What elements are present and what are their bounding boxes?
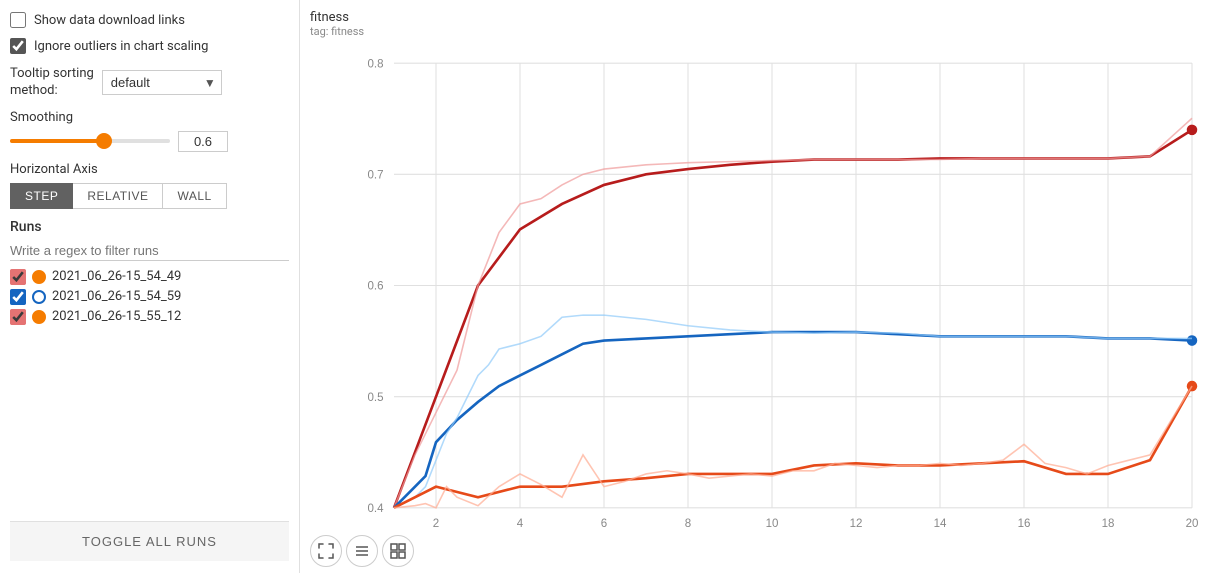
x-label-6: 6 <box>601 518 607 529</box>
run-1-dot <box>32 270 46 284</box>
run-2-dot <box>32 290 46 304</box>
ignore-outliers-checkbox[interactable] <box>10 38 26 54</box>
show-download-checkbox[interactable] <box>10 12 26 28</box>
show-download-label: Show data download links <box>34 13 185 28</box>
run-3-name: 2021_06_26-15_55_12 <box>52 309 181 324</box>
y-label-07: 0.7 <box>367 170 383 182</box>
x-label-16: 16 <box>1018 518 1031 529</box>
x-label-4: 4 <box>517 518 524 529</box>
x-label-2: 2 <box>433 518 439 529</box>
blue-endpoint-dot <box>1187 335 1198 346</box>
expand-button[interactable] <box>382 535 414 567</box>
tooltip-select-wrapper: default ascending descending nearest ▼ <box>102 70 222 95</box>
chart-svg: .grid-line { stroke: #e0e0e0; stroke-wid… <box>310 42 1213 529</box>
x-label-20: 20 <box>1186 518 1199 529</box>
run-item-1[interactable]: 2021_06_26-15_54_49 <box>10 269 289 285</box>
run-2-name: 2021_06_26-15_54_59 <box>52 289 181 304</box>
y-label-06: 0.6 <box>367 281 383 293</box>
toggle-all-runs-button[interactable]: TOGGLE ALL RUNS <box>10 521 289 561</box>
smoothing-section: Smoothing 0.6 <box>10 110 289 152</box>
y-label-04: 0.4 <box>367 503 384 515</box>
smoothing-slider[interactable] <box>10 139 170 143</box>
chart-title: fitness <box>310 10 1213 25</box>
smoothing-value-input[interactable]: 0.6 <box>178 131 228 152</box>
legend-button[interactable] <box>346 535 378 567</box>
tooltip-sorting-row: Tooltip sortingmethod: default ascending… <box>10 66 289 100</box>
blue-line-raw <box>394 315 1192 508</box>
run-item-3[interactable]: 2021_06_26-15_55_12 <box>10 309 289 325</box>
runs-section: Runs 2021_06_26-15_54_49 2021_06_26-15_5… <box>10 219 289 329</box>
horizontal-axis-label: Horizontal Axis <box>10 162 289 177</box>
x-label-14: 14 <box>934 518 947 529</box>
orange-line-main <box>394 386 1192 508</box>
chart-subtitle: tag: fitness <box>310 25 1213 38</box>
chart-container: .grid-line { stroke: #e0e0e0; stroke-wid… <box>310 42 1213 529</box>
run-3-dot <box>32 310 46 324</box>
run-item-2[interactable]: 2021_06_26-15_54_59 <box>10 289 289 305</box>
x-label-12: 12 <box>850 518 863 529</box>
blue-line-main <box>394 332 1192 508</box>
legend-icon <box>354 543 370 559</box>
axis-wall-button[interactable]: WALL <box>163 183 226 209</box>
x-label-8: 8 <box>685 518 691 529</box>
fit-chart-button[interactable] <box>310 535 342 567</box>
tooltip-sorting-select[interactable]: default ascending descending nearest <box>102 70 222 95</box>
y-label-05: 0.5 <box>367 392 383 404</box>
ignore-outliers-row: Ignore outliers in chart scaling <box>10 38 289 54</box>
ignore-outliers-label: Ignore outliers in chart scaling <box>34 39 208 54</box>
show-download-row: Show data download links <box>10 12 289 28</box>
run-2-checkbox[interactable] <box>10 289 26 305</box>
run-1-name: 2021_06_26-15_54_49 <box>52 269 181 284</box>
fit-icon <box>318 543 334 559</box>
runs-title: Runs <box>10 219 289 235</box>
left-panel: Show data download links Ignore outliers… <box>0 0 300 573</box>
run-1-checkbox[interactable] <box>10 269 26 285</box>
red-endpoint-dot <box>1187 125 1198 136</box>
axis-step-button[interactable]: STEP <box>10 183 73 209</box>
axis-relative-button[interactable]: RELATIVE <box>73 183 163 209</box>
runs-filter-input[interactable] <box>10 241 289 261</box>
axis-buttons-group: STEP RELATIVE WALL <box>10 183 289 209</box>
red-line-raw <box>394 118 1192 508</box>
run-3-checkbox[interactable] <box>10 309 26 325</box>
expand-icon <box>390 543 406 559</box>
tooltip-sorting-label: Tooltip sortingmethod: <box>10 66 94 100</box>
x-label-10: 10 <box>766 518 779 529</box>
x-label-18: 18 <box>1102 518 1115 529</box>
chart-area: fitness tag: fitness .grid-line { stroke… <box>300 0 1223 573</box>
smoothing-control: 0.6 <box>10 131 289 152</box>
chart-toolbar <box>310 535 1213 567</box>
smoothing-label: Smoothing <box>10 110 289 125</box>
red-line-main <box>394 130 1192 508</box>
horizontal-axis-section: Horizontal Axis STEP RELATIVE WALL <box>10 162 289 209</box>
y-label-08: 0.8 <box>367 58 383 70</box>
